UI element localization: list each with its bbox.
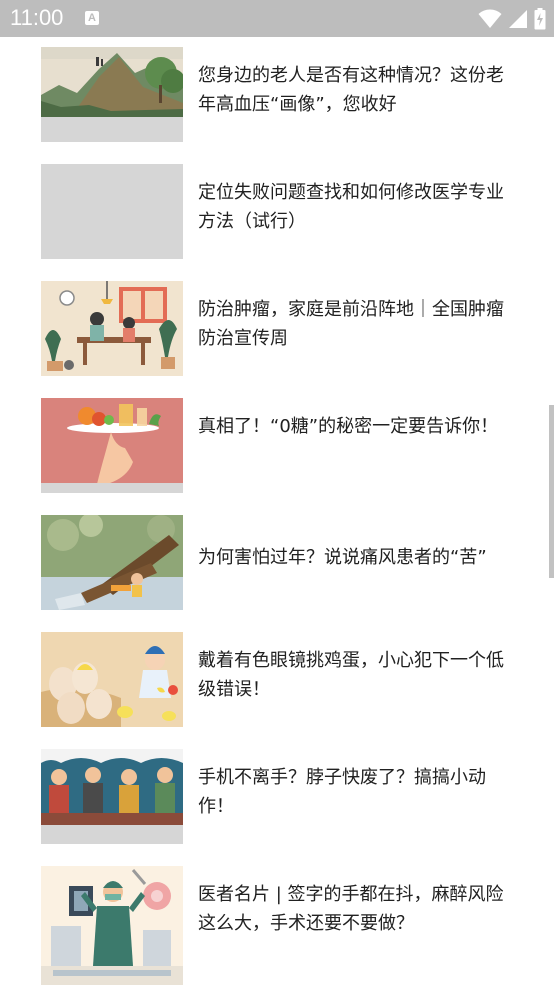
article-title: 真相了！“0糖”的秘密一定要告诉你！ [198, 416, 499, 437]
article-title: 医者名片 | 签字的手都在抖，麻醉风险这么大，手术还要不要做？ [198, 884, 504, 934]
status-icons [478, 7, 546, 31]
article-title: 为何害怕过年？说说痛风患者的“苦” [198, 547, 487, 568]
article-item[interactable]: 手机不离手？脖子快废了？搞搞小动作！ [41, 749, 511, 845]
article-item[interactable]: 戴着有色眼镜挑鸡蛋，小心犯下一个低级错误！ [41, 632, 511, 728]
article-item[interactable]: 定位失败问题查找和如何修改医学专业方法（试行） [41, 164, 511, 260]
article-list[interactable]: 您身边的老人是否有这种情况？这份老年高血压“画像”，您收好 定位失败问题查找和如… [0, 37, 554, 985]
article-item[interactable]: 真相了！“0糖”的秘密一定要告诉你！ [41, 398, 511, 494]
article-thumbnail [41, 515, 183, 610]
battery-icon [534, 8, 546, 30]
cellular-signal-icon [509, 10, 527, 28]
article-item[interactable]: 您身边的老人是否有这种情况？这份老年高血压“画像”，您收好 [41, 47, 511, 143]
article-title: 戴着有色眼镜挑鸡蛋，小心犯下一个低级错误！ [198, 650, 504, 700]
status-time: 11:00 [10, 5, 64, 30]
article-thumbnail [41, 281, 183, 376]
article-item[interactable]: 医者名片 | 签字的手都在抖，麻醉风险这么大，手术还要不要做？ [41, 866, 511, 985]
article-title: 手机不离手？脖子快废了？搞搞小动作！ [198, 767, 486, 817]
article-thumbnail [41, 632, 183, 727]
scrollbar[interactable] [549, 405, 554, 578]
article-title: 防治肿瘤，家庭是前沿阵地｜全国肿瘤防治宣传周 [198, 299, 504, 349]
article-title: 定位失败问题查找和如何修改医学专业方法（试行） [198, 182, 504, 232]
article-item[interactable]: 为何害怕过年？说说痛风患者的“苦” [41, 515, 511, 611]
article-thumbnail [41, 398, 183, 493]
status-bar: 11:00 A [0, 0, 554, 37]
wifi-icon [478, 9, 502, 28]
article-title: 您身边的老人是否有这种情况？这份老年高血压“画像”，您收好 [198, 65, 504, 115]
article-item[interactable]: 防治肿瘤，家庭是前沿阵地｜全国肿瘤防治宣传周 [41, 281, 511, 377]
article-thumbnail [41, 866, 183, 985]
article-thumbnail [41, 749, 183, 844]
article-thumbnail [41, 164, 183, 259]
notification-badge-icon: A [85, 11, 99, 25]
article-thumbnail [41, 47, 183, 142]
